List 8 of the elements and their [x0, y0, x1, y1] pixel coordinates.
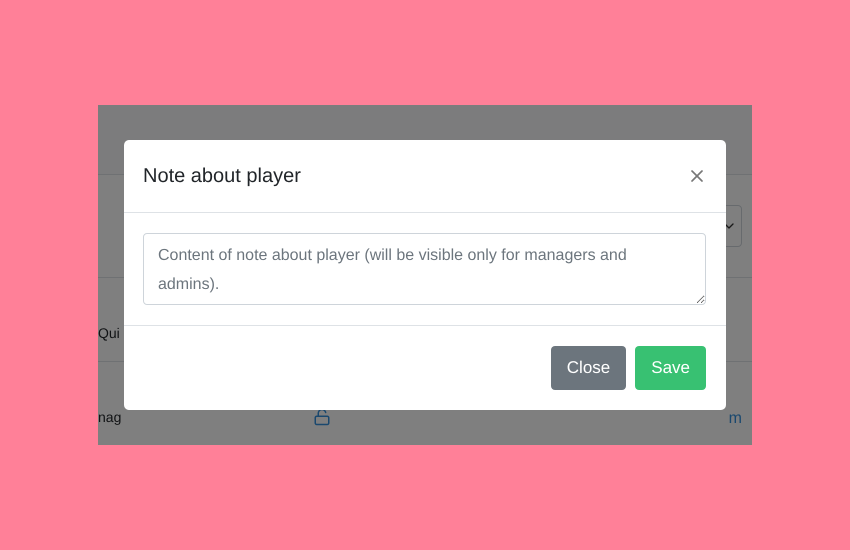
- save-button[interactable]: Save: [635, 346, 706, 390]
- row-link[interactable]: m: [728, 407, 742, 431]
- close-dialog-button[interactable]: Close: [550, 346, 626, 390]
- row-text: nag: [98, 408, 122, 427]
- row-text: Qui: [98, 324, 120, 343]
- modal-title: Note about player: [143, 164, 301, 189]
- unlock-icon: [313, 408, 331, 426]
- note-field[interactable]: Content of note about player (will be visible only for managers and admins).: [143, 233, 706, 305]
